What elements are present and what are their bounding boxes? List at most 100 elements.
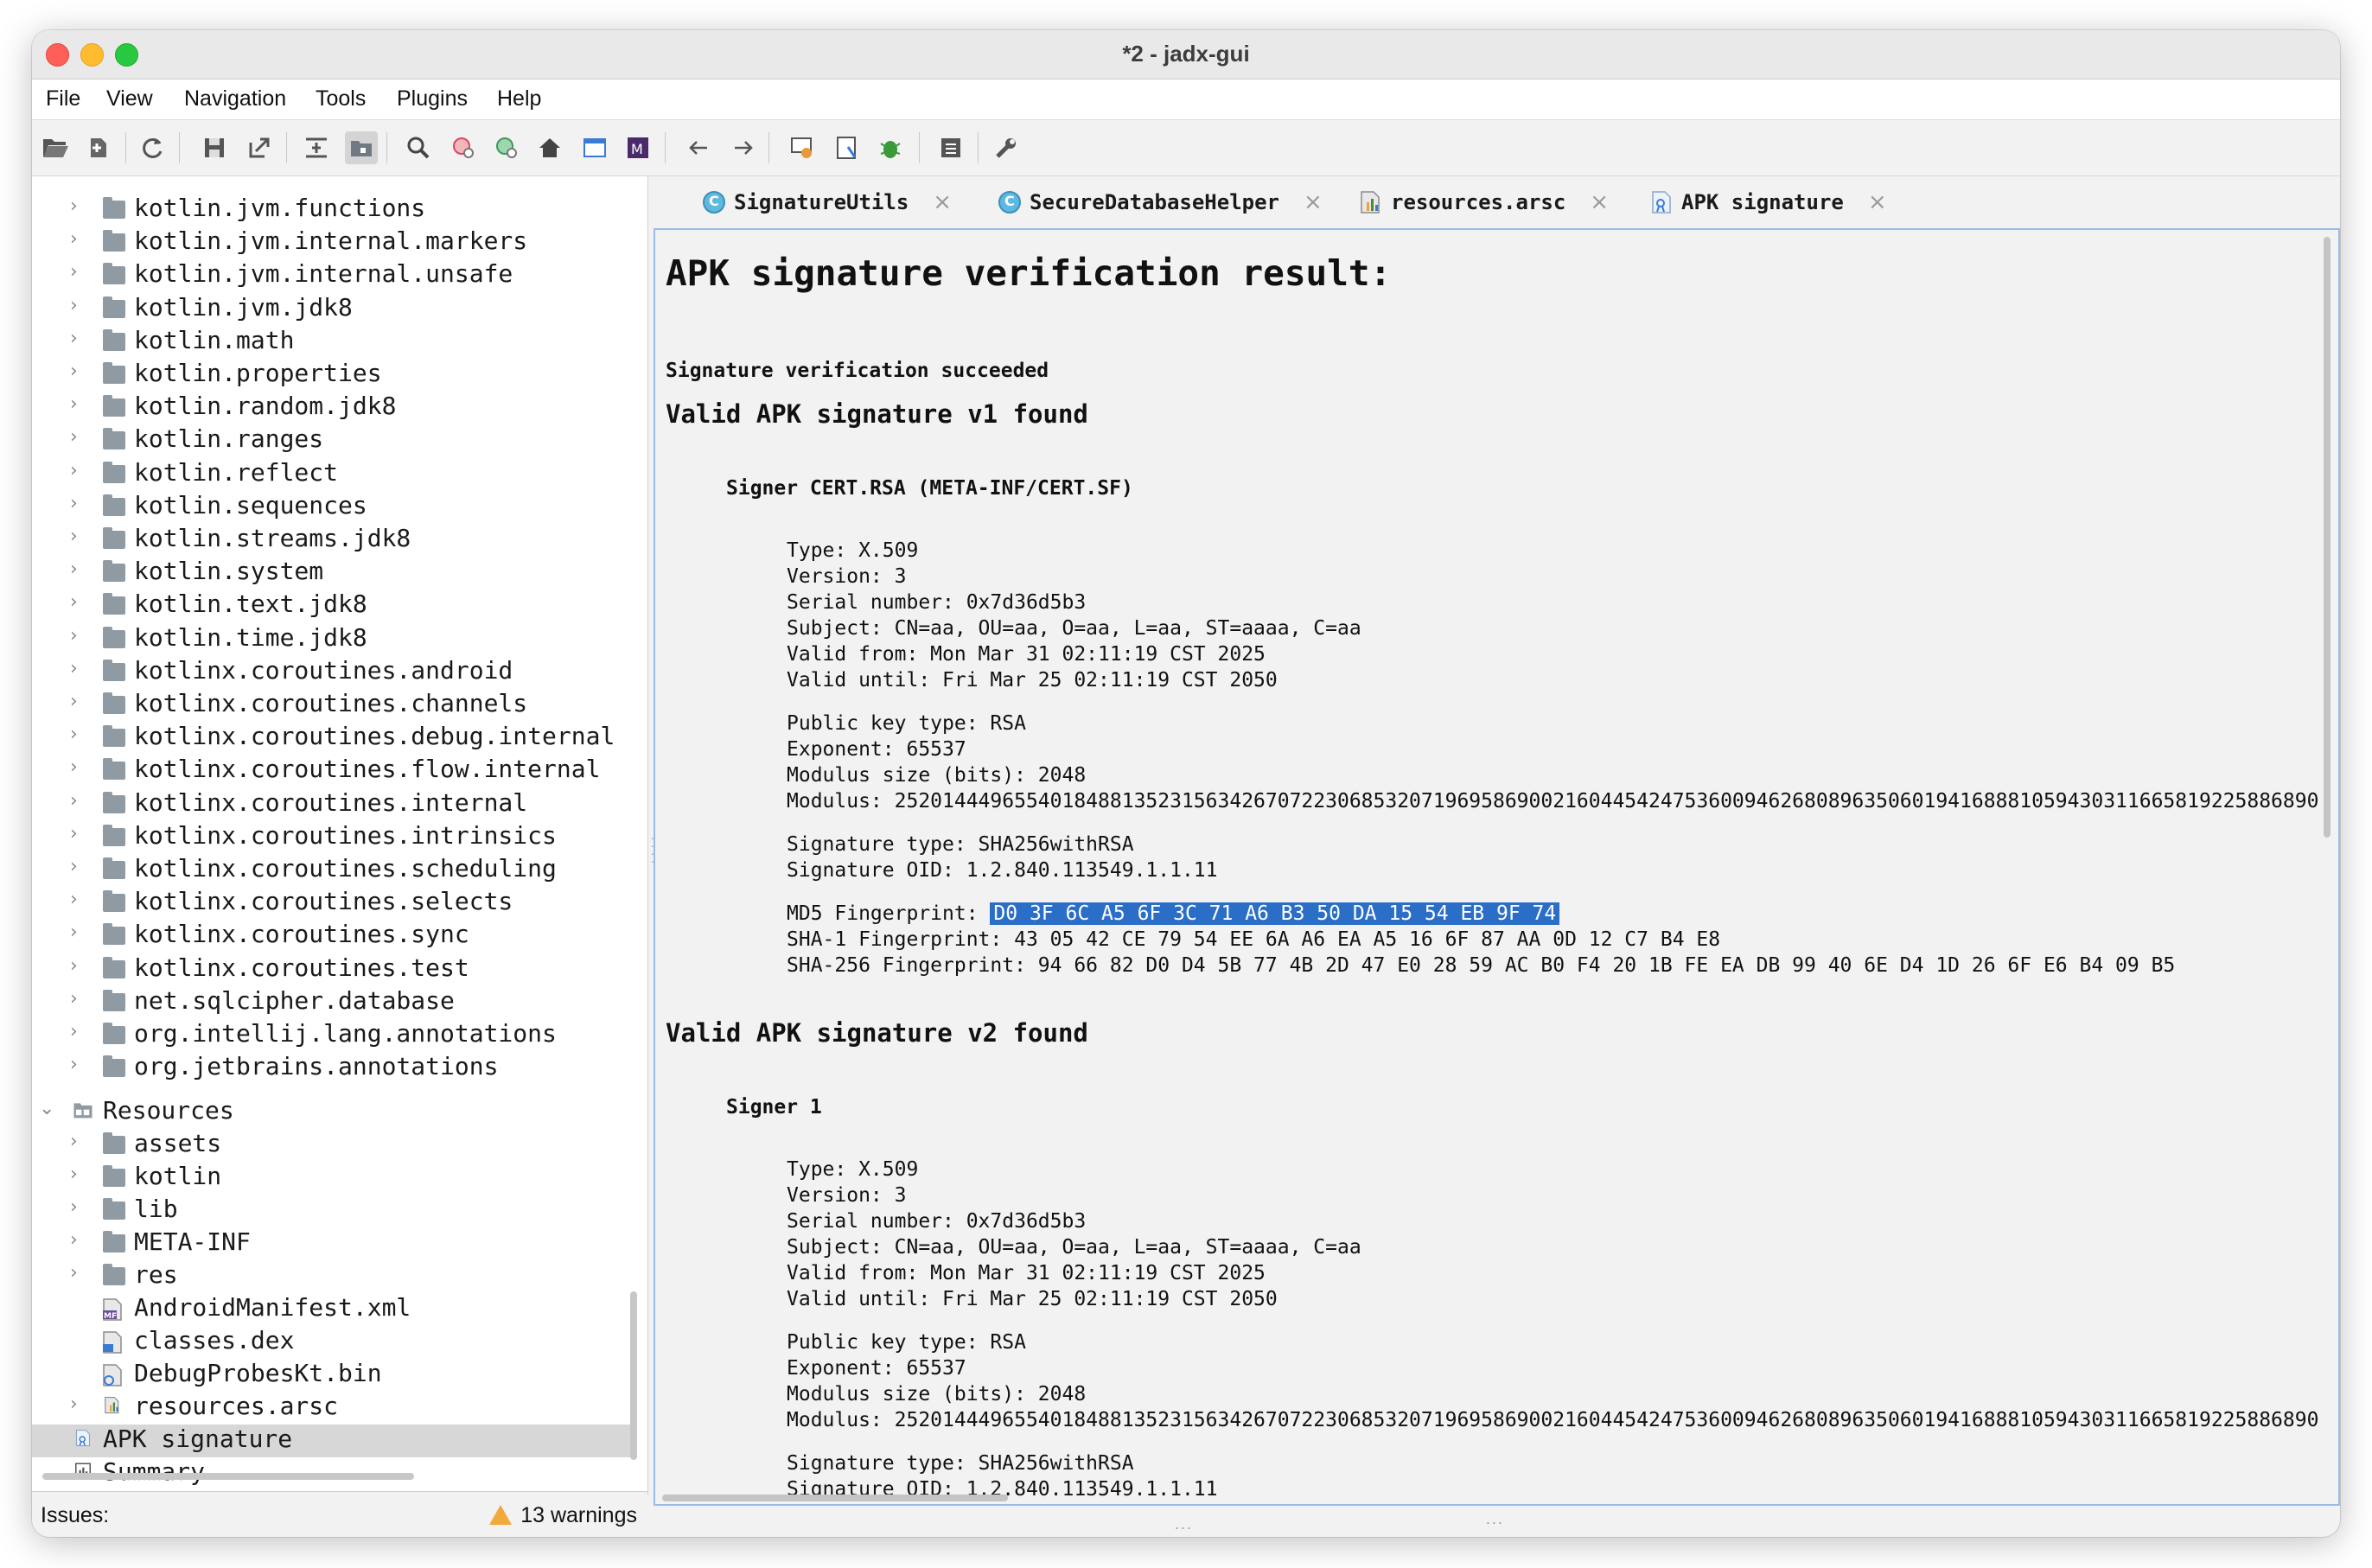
back-icon[interactable]	[682, 131, 715, 164]
sync-tree-icon[interactable]	[345, 131, 378, 164]
menu-tools[interactable]: Tools	[316, 86, 366, 112]
add-file-icon[interactable]	[82, 131, 115, 164]
window-icon[interactable]	[578, 131, 611, 164]
menu-navigation[interactable]: Navigation	[184, 86, 286, 112]
tree-node-package[interactable]: › kotlin.jvm.jdk8	[32, 293, 637, 326]
close-tab-icon[interactable]: ×	[1304, 189, 1323, 215]
expand-chevron-icon[interactable]: ›	[70, 889, 78, 910]
home-icon[interactable]	[533, 131, 566, 164]
open-file-icon[interactable]	[39, 131, 72, 164]
tree-node-package[interactable]: › org.intellij.lang.annotations	[32, 1019, 637, 1052]
tree-node-package[interactable]: › kotlin.jvm.internal.unsafe	[32, 259, 637, 292]
expand-chevron-icon[interactable]: ›	[70, 823, 78, 845]
expand-chevron-icon[interactable]: ›	[70, 591, 78, 613]
tree-node-package[interactable]: › kotlinx.coroutines.channels	[32, 689, 637, 722]
menu-help[interactable]: Help	[497, 86, 541, 112]
right-grip-handle[interactable]: ∙∙∙	[1486, 1514, 1504, 1532]
tree-node-package[interactable]: › kotlin.ranges	[32, 424, 637, 457]
apk-signature-panel[interactable]: APK signature verification result: Signa…	[654, 228, 2340, 1506]
tree-node-file[interactable]: DebugProbesKt.bin	[32, 1359, 637, 1392]
tree-node-package[interactable]: › kotlin.jvm.internal.markers	[32, 226, 637, 259]
tab-secure-database-helper[interactable]: SecureDatabaseHelper ×	[998, 176, 1323, 228]
tree-node-package[interactable]: › kotlinx.coroutines.debug.internal	[32, 722, 637, 755]
tree-node-package[interactable]: › kotlin.text.jdk8	[32, 590, 637, 622]
expand-chevron-icon[interactable]: ›	[70, 723, 78, 745]
expand-chevron-icon[interactable]: ›	[70, 988, 78, 1010]
warnings-indicator[interactable]: 13 warnings	[489, 1503, 637, 1528]
bottom-grip-handle[interactable]: ∙∙∙	[1175, 1519, 1193, 1537]
tree-node-folder[interactable]: › META-INF	[32, 1227, 637, 1260]
expand-chevron-icon[interactable]: ›	[70, 526, 78, 547]
menu-file[interactable]: File	[46, 86, 80, 112]
tree-node-package[interactable]: › kotlinx.coroutines.scheduling	[32, 854, 637, 887]
expand-chevron-icon[interactable]: ›	[70, 1021, 78, 1042]
expand-chevron-icon[interactable]: ›	[70, 691, 78, 712]
tree-node-resources[interactable]: ⌄ Resources	[32, 1096, 637, 1129]
tree-node-package[interactable]: › kotlinx.coroutines.selects	[32, 887, 637, 920]
expand-chevron-icon[interactable]: ›	[70, 1229, 78, 1251]
find-class-icon[interactable]	[447, 131, 480, 164]
tree-node-apk-signature[interactable]: APK signature	[32, 1425, 637, 1457]
expand-chevron-icon[interactable]: ›	[70, 1131, 78, 1152]
expand-chevron-icon[interactable]: ›	[70, 658, 78, 679]
expand-chevron-icon[interactable]: ›	[70, 1196, 78, 1218]
expand-chevron-icon[interactable]: ›	[70, 921, 78, 943]
md5-value-selected[interactable]: D0 3F 6C A5 6F 3C 71 A6 B3 50 DA 15 54 E…	[990, 902, 1560, 925]
tree-node-package[interactable]: › kotlinx.coroutines.android	[32, 656, 637, 689]
bookmark-icon[interactable]	[831, 131, 864, 164]
expand-chevron-icon[interactable]: ›	[70, 493, 78, 514]
flatten-packages-icon[interactable]	[300, 131, 333, 164]
mobsf-icon[interactable]: M	[622, 131, 654, 164]
content-vertical-scrollbar[interactable]	[2324, 237, 2331, 838]
expand-chevron-icon[interactable]: ›	[70, 328, 78, 349]
find-usage-icon[interactable]	[490, 131, 523, 164]
expand-chevron-icon[interactable]: ›	[70, 856, 78, 877]
expand-chevron-icon[interactable]: ›	[70, 195, 78, 217]
project-tree[interactable]: › kotlin.jvm.functions › kotlin.jvm.interna…	[32, 176, 648, 1495]
tree-node-package[interactable]: › kotlin.sequences	[32, 491, 637, 524]
tree-vertical-scrollbar[interactable]	[630, 1291, 637, 1460]
expand-chevron-icon[interactable]: ›	[70, 625, 78, 647]
tree-node-package[interactable]: › net.sqlcipher.database	[32, 986, 637, 1019]
expand-chevron-icon[interactable]: ›	[70, 756, 78, 778]
menu-plugins[interactable]: Plugins	[397, 86, 468, 112]
tree-node-file[interactable]: MF AndroidManifest.xml	[32, 1293, 637, 1326]
tab-resources-arsc[interactable]: resources.arsc ×	[1360, 176, 1609, 228]
expand-chevron-icon[interactable]: ›	[70, 558, 78, 580]
tree-node-folder[interactable]: › res	[32, 1260, 637, 1293]
expand-chevron-icon[interactable]: ›	[70, 955, 78, 977]
tree-node-package[interactable]: › kotlinx.coroutines.intrinsics	[32, 821, 637, 854]
tab-apk-signature[interactable]: APK signature ×	[1636, 176, 1901, 233]
tree-horizontal-scrollbar[interactable]	[42, 1473, 414, 1480]
tab-signature-utils[interactable]: SignatureUtils ×	[703, 176, 952, 228]
export-icon[interactable]	[243, 131, 276, 164]
expand-chevron-icon[interactable]: ›	[70, 1163, 78, 1185]
tree-node-package[interactable]: › kotlinx.coroutines.flow.internal	[32, 755, 637, 787]
tree-node-package[interactable]: › kotlinx.coroutines.test	[32, 953, 637, 986]
tree-node-package[interactable]: › kotlin.random.jdk8	[32, 392, 637, 424]
debug-icon[interactable]	[874, 131, 907, 164]
forward-icon[interactable]	[727, 131, 760, 164]
tree-node-package[interactable]: › org.jetbrains.annotations	[32, 1052, 637, 1085]
search-icon[interactable]	[402, 131, 435, 164]
expand-chevron-icon[interactable]: ›	[70, 261, 78, 283]
expand-chevron-icon[interactable]: ›	[70, 393, 78, 415]
expand-chevron-icon[interactable]: ›	[70, 228, 78, 250]
tree-node-package[interactable]: › kotlin.system	[32, 557, 637, 590]
close-tab-icon[interactable]: ×	[1868, 189, 1887, 215]
save-icon[interactable]	[198, 131, 231, 164]
tree-node-file[interactable]: classes.dex	[32, 1326, 637, 1359]
tree-node-folder[interactable]: › lib	[32, 1195, 637, 1227]
tree-node-package[interactable]: › kotlin.time.jdk8	[32, 623, 637, 656]
tree-node-package[interactable]: › kotlin.reflect	[32, 458, 637, 491]
log-icon[interactable]	[934, 131, 967, 164]
expand-chevron-icon[interactable]: ›	[70, 1262, 78, 1284]
tree-node-package[interactable]: › kotlinx.coroutines.sync	[32, 920, 637, 953]
tree-node-package[interactable]: › kotlin.math	[32, 326, 637, 359]
expand-chevron-icon[interactable]: ›	[70, 295, 78, 316]
expand-chevron-icon[interactable]: ›	[70, 360, 78, 382]
content-horizontal-scrollbar[interactable]	[662, 1495, 1008, 1501]
sync-icon[interactable]	[136, 131, 169, 164]
close-tab-icon[interactable]: ×	[933, 189, 952, 215]
preferences-icon[interactable]	[990, 131, 1023, 164]
